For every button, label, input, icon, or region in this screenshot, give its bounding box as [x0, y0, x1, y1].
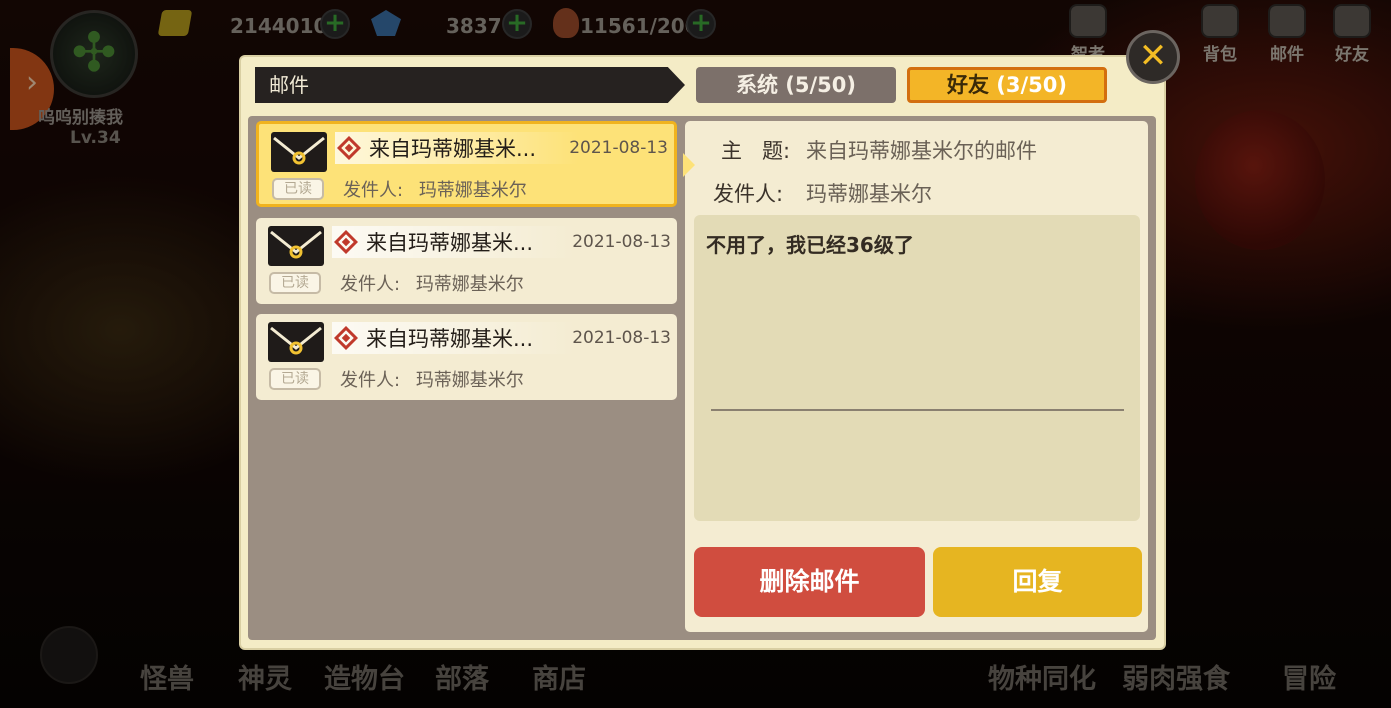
mail-sender-label: 发件人:	[340, 370, 401, 391]
mail-list-item[interactable]: 已读 来自玛蒂娜基米... 2021-08-13 发件人: 玛蒂娜基米尔	[256, 314, 677, 400]
dialog-title: 邮件	[255, 67, 685, 103]
mail-list-item[interactable]: 已读 来自玛蒂娜基米... 2021-08-13 发件人: 玛蒂娜基米尔	[256, 121, 677, 207]
tab-system-count: (5/50)	[785, 73, 856, 97]
diamond-icon	[336, 135, 362, 161]
mail-sender-label: 发件人:	[343, 180, 404, 201]
detail-sender-label: 发件人:	[713, 182, 784, 206]
body-divider	[711, 409, 1124, 411]
detail-subject-label: 主 题:	[721, 139, 791, 163]
mail-subject: 来自玛蒂娜基米...	[369, 137, 537, 161]
delete-mail-button[interactable]: 删除邮件	[694, 547, 925, 617]
reply-button[interactable]: 回复	[933, 547, 1142, 617]
read-status-badge: 已读	[269, 368, 321, 390]
mail-dialog: 邮件 系统 (5/50) 好友 (3/50) 已读 来自玛蒂娜基米... 202…	[241, 57, 1164, 648]
close-icon[interactable]: ✕	[1126, 30, 1180, 84]
envelope-icon	[268, 322, 324, 362]
mail-list-item[interactable]: 已读 来自玛蒂娜基米... 2021-08-13 发件人: 玛蒂娜基米尔	[256, 218, 677, 304]
mail-detail-panel: 主 题: 来自玛蒂娜基米尔的邮件 发件人: 玛蒂娜基米尔 不用了，我已经36级了…	[683, 121, 1148, 632]
diamond-icon	[333, 325, 359, 351]
tab-system-label: 系统	[735, 73, 778, 97]
tab-friends[interactable]: 好友 (3/50)	[907, 67, 1107, 103]
mail-body-text: 不用了，我已经36级了	[706, 233, 914, 257]
mail-body-box: 不用了，我已经36级了	[694, 215, 1140, 521]
mail-date: 2021-08-13	[572, 232, 671, 252]
mail-sender-name: 玛蒂娜基米尔	[415, 274, 524, 295]
mail-subject: 来自玛蒂娜基米...	[366, 327, 534, 351]
tab-friends-count: (3/50)	[996, 73, 1067, 97]
diamond-icon	[333, 229, 359, 255]
mail-sender: 发件人: 玛蒂娜基米尔	[340, 270, 524, 296]
detail-subject: 来自玛蒂娜基米尔的邮件	[806, 139, 1037, 163]
mail-date: 2021-08-13	[569, 138, 668, 158]
tab-friends-label: 好友	[946, 73, 989, 97]
envelope-icon	[268, 226, 324, 266]
mail-sender: 发件人: 玛蒂娜基米尔	[343, 176, 527, 202]
selection-pointer	[683, 153, 695, 177]
detail-sender: 玛蒂娜基米尔	[806, 182, 932, 206]
read-status-badge: 已读	[272, 178, 324, 200]
mail-sender-name: 玛蒂娜基米尔	[415, 370, 524, 391]
envelope-icon	[271, 132, 327, 172]
mail-sender: 发件人: 玛蒂娜基米尔	[340, 366, 524, 392]
mail-content-frame: 已读 来自玛蒂娜基米... 2021-08-13 发件人: 玛蒂娜基米尔 已读	[248, 116, 1156, 640]
tab-system[interactable]: 系统 (5/50)	[696, 67, 896, 103]
mail-date: 2021-08-13	[572, 328, 671, 348]
read-status-badge: 已读	[269, 272, 321, 294]
mail-sender-label: 发件人:	[340, 274, 401, 295]
mail-sender-name: 玛蒂娜基米尔	[418, 180, 527, 201]
mail-subject: 来自玛蒂娜基米...	[366, 231, 534, 255]
